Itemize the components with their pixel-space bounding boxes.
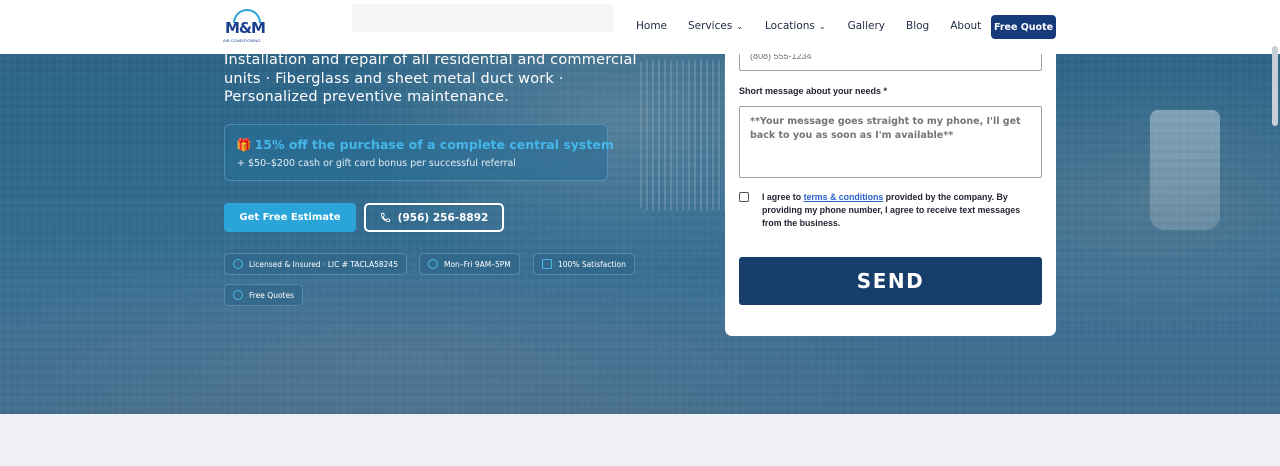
nav-blog-label: Blog bbox=[906, 20, 930, 32]
header-ghost-bar bbox=[352, 4, 614, 32]
nav-locations[interactable]: Locations ⌄ bbox=[765, 20, 826, 32]
nav-blog[interactable]: Blog bbox=[906, 20, 929, 32]
badge-free-quotes-label: Free Quotes bbox=[249, 290, 295, 300]
check-circle-icon bbox=[233, 290, 243, 300]
clock-icon bbox=[428, 259, 438, 269]
logo-text: M&M bbox=[225, 19, 266, 37]
bucket-image bbox=[1150, 110, 1220, 230]
nav-gallery-label: Gallery bbox=[847, 20, 885, 32]
shield-icon bbox=[233, 259, 243, 269]
badge-satisfaction-label: 100% Satisfaction bbox=[558, 259, 626, 269]
nav-home[interactable]: Home bbox=[636, 20, 667, 32]
badge-licensed: Licensed & Insured · LIC # TACLA58245 bbox=[224, 253, 407, 275]
badge-satisfaction: 100% Satisfaction bbox=[533, 253, 635, 275]
phone-icon bbox=[380, 212, 390, 223]
badge-hours-label: Mon–Fri 9AM–5PM bbox=[444, 259, 511, 269]
promo-title-text: 15% off the purchase of a complete centr… bbox=[254, 137, 614, 152]
promo-card: 🎁 15% off the purchase of a complete cent… bbox=[224, 124, 614, 181]
page-scrollbar[interactable] bbox=[1272, 46, 1278, 126]
call-phone-button[interactable]: (956) 256-8892 bbox=[364, 203, 504, 232]
nav-services[interactable]: Services ⌄ bbox=[688, 20, 743, 32]
nav-about[interactable]: About bbox=[950, 20, 981, 32]
chevron-down-icon: ⌄ bbox=[818, 21, 826, 31]
nav-home-label: Home bbox=[636, 20, 668, 32]
consent-prefix: I agree to bbox=[762, 192, 804, 202]
badge-licensed-label: Licensed & Insured · LIC # TACLA58245 bbox=[249, 259, 398, 269]
badge-hours: Mon–Fri 9AM–5PM bbox=[419, 253, 520, 275]
badge-free-quotes: Free Quotes bbox=[224, 284, 304, 306]
consent-checkbox[interactable] bbox=[739, 192, 749, 202]
send-button[interactable]: SEND bbox=[739, 257, 1042, 305]
terms-link[interactable]: terms & conditions bbox=[804, 192, 884, 202]
message-textarea[interactable] bbox=[739, 106, 1042, 178]
company-logo[interactable]: M&M AIR CONDITIONING bbox=[223, 9, 269, 45]
main-nav: Home Services ⌄ Locations ⌄ Gallery Blog A… bbox=[636, 20, 981, 32]
hero-intro-text: Installation and repair of all residenti… bbox=[224, 52, 637, 105]
nav-about-label: About bbox=[950, 20, 982, 32]
site-header: M&M AIR CONDITIONING Home Services ⌄ Loca… bbox=[0, 0, 1280, 54]
logo-subtext: AIR CONDITIONING bbox=[223, 38, 261, 43]
consent-text: I agree to terms & conditions provided b… bbox=[762, 191, 1030, 230]
message-label: Short message about your needs * bbox=[739, 86, 888, 96]
get-free-estimate-button[interactable]: Get Free Estimate bbox=[224, 203, 356, 232]
promo-subtitle: + $50–$200 cash or gift card bonus per s… bbox=[237, 158, 516, 169]
nav-services-label: Services bbox=[688, 20, 733, 32]
nav-locations-label: Locations bbox=[765, 20, 815, 32]
contact-form: Short message about your needs * I agree… bbox=[725, 20, 1056, 336]
free-quote-button[interactable]: Free Quote bbox=[991, 15, 1056, 39]
chevron-down-icon: ⌄ bbox=[736, 21, 743, 31]
phone-number-label: (956) 256-8892 bbox=[397, 211, 489, 224]
nav-gallery[interactable]: Gallery bbox=[848, 20, 885, 32]
promo-title: 🎁 15% off the purchase of a complete cent… bbox=[236, 137, 614, 153]
thumbs-up-icon bbox=[542, 259, 552, 269]
gift-icon: 🎁 bbox=[236, 137, 252, 152]
